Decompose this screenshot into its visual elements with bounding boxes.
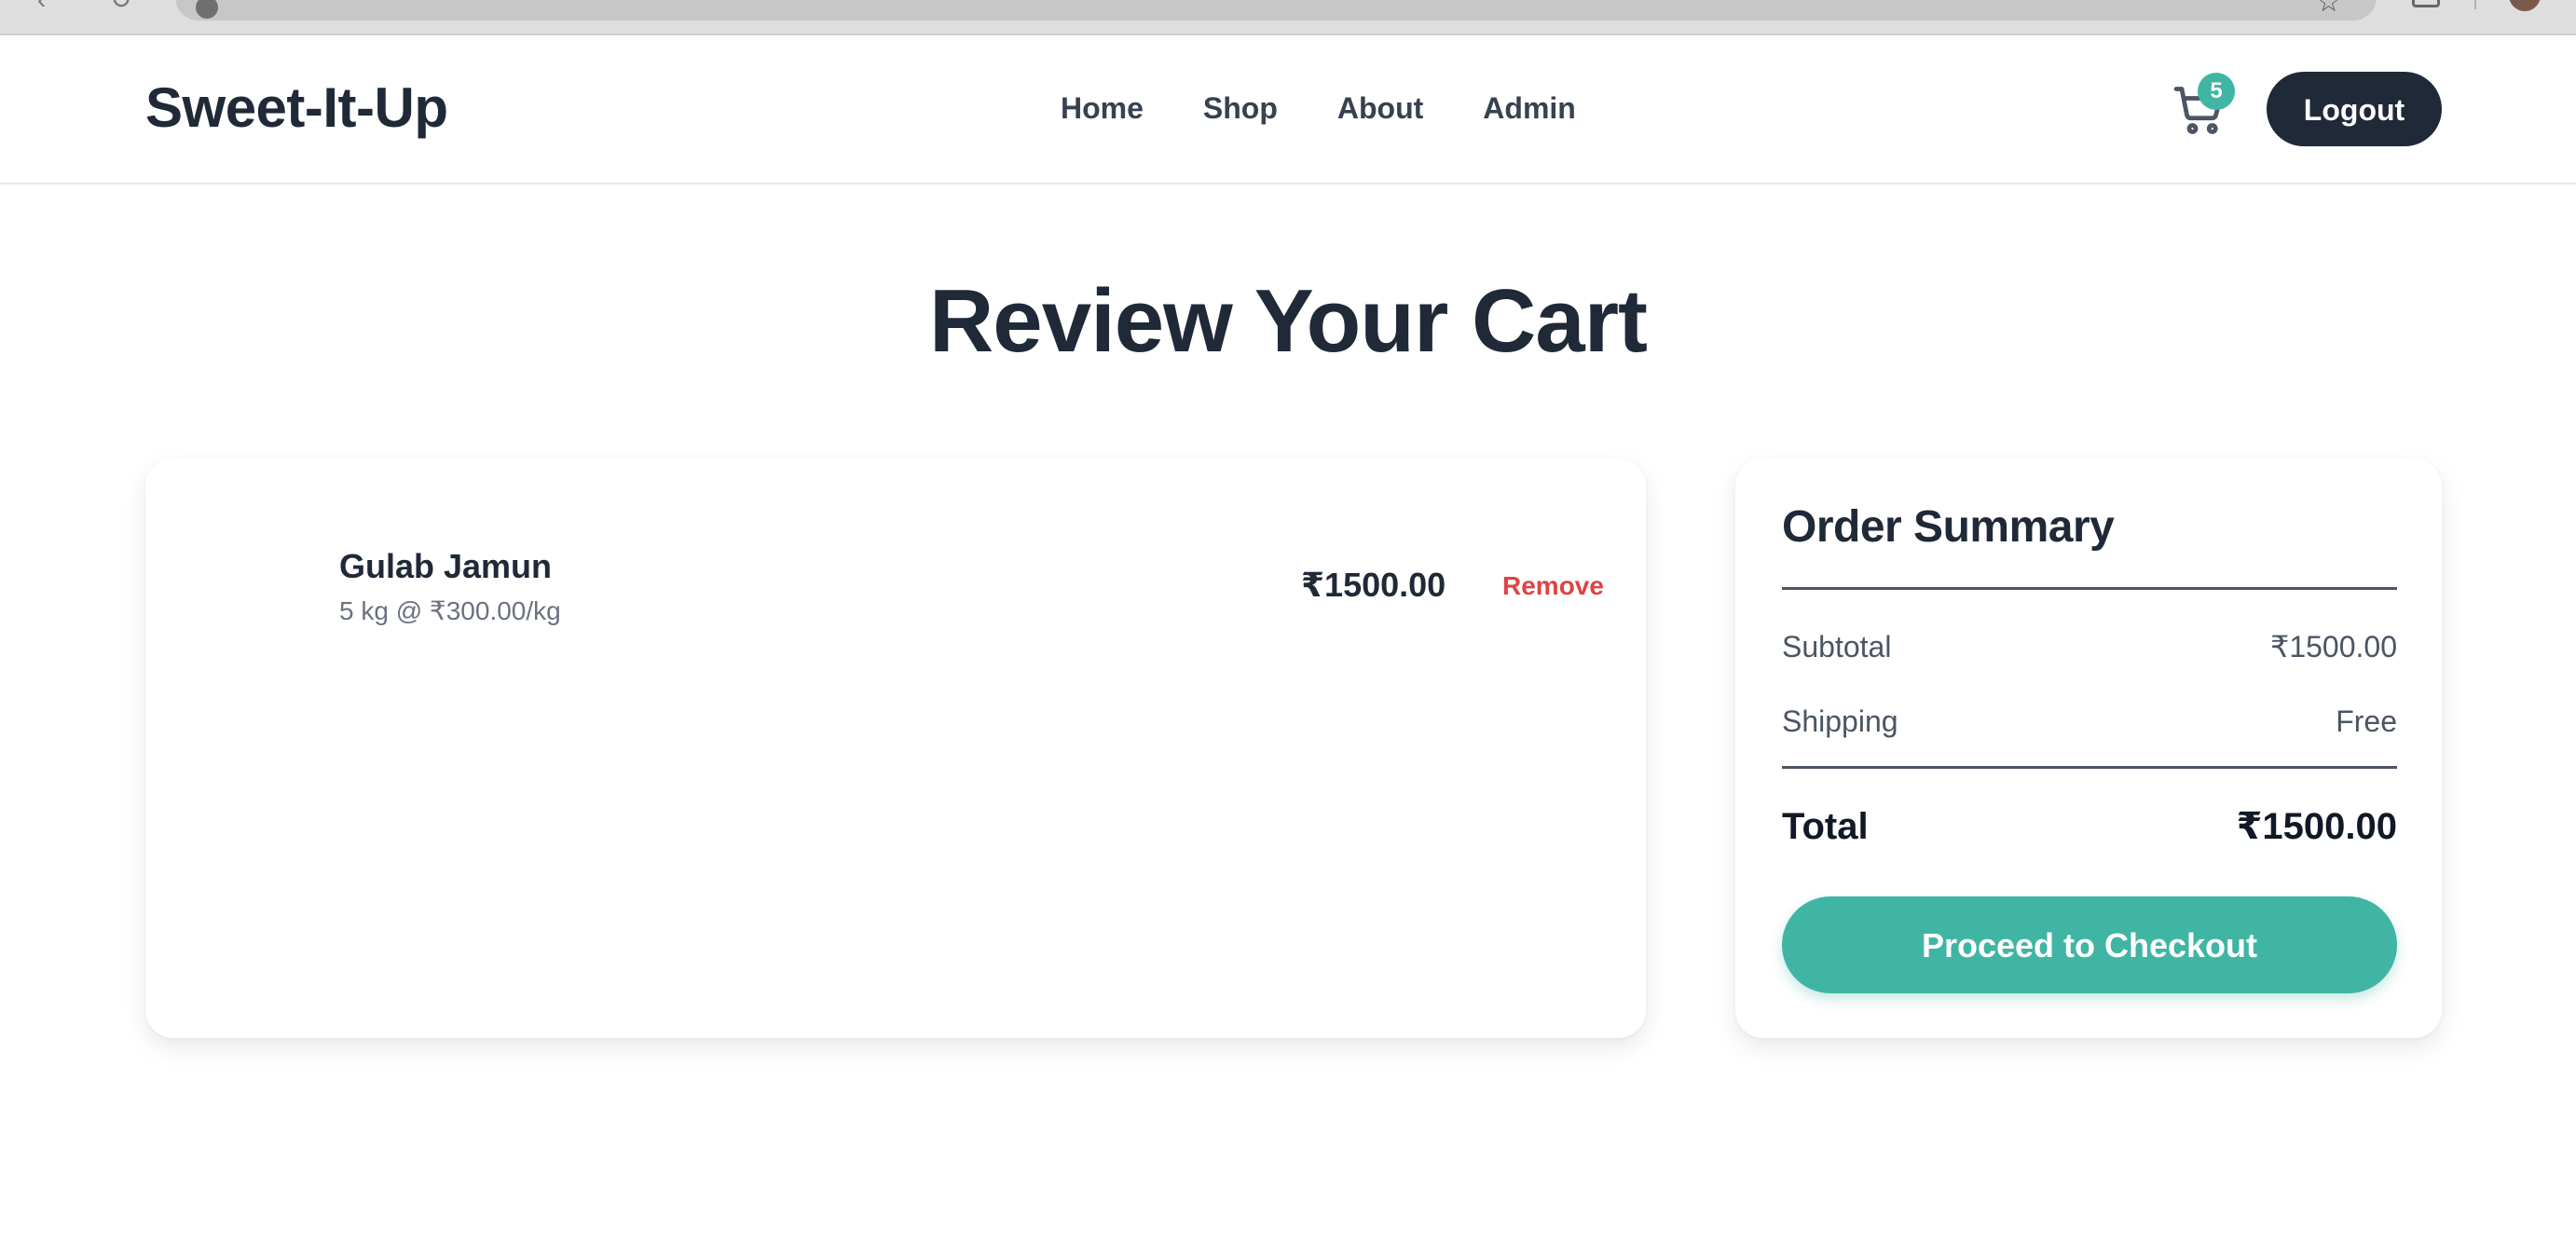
extensions-icon[interactable] xyxy=(2412,0,2440,7)
main-nav: Home Shop About Admin xyxy=(1061,88,1576,129)
summary-divider xyxy=(1782,766,2397,769)
product-name: Gulab Jamun xyxy=(339,547,553,585)
bookmark-star-icon[interactable]: ☆ xyxy=(2316,0,2341,17)
logout-button[interactable]: Logout xyxy=(2267,72,2442,146)
nav-link-admin[interactable]: Admin xyxy=(1483,88,1576,129)
shipping-value: Free xyxy=(2336,704,2397,738)
back-arrow-icon[interactable]: ‹ xyxy=(37,0,60,13)
total-label: Total xyxy=(1782,806,1869,847)
browser-toolbar: ‹ ↻ ☆ xyxy=(0,0,2576,35)
nav-link-about[interactable]: About xyxy=(1337,88,1423,129)
brand-logo[interactable]: Sweet-It-Up xyxy=(145,75,448,142)
site-info-icon[interactable] xyxy=(196,0,218,19)
shipping-label: Shipping xyxy=(1782,704,1898,738)
total-value: ₹1500.00 xyxy=(2236,806,2397,847)
subtotal-label: Subtotal xyxy=(1782,630,1892,663)
product-image xyxy=(190,548,306,663)
toolbar-divider xyxy=(2474,0,2476,9)
nav-link-shop[interactable]: Shop xyxy=(1203,88,1278,129)
profile-avatar[interactable] xyxy=(2509,0,2541,11)
order-summary-title: Order Summary xyxy=(1782,502,2115,552)
cart-count-badge: 5 xyxy=(2198,73,2235,110)
reload-icon[interactable]: ↻ xyxy=(110,0,132,13)
nav-link-home[interactable]: Home xyxy=(1061,88,1144,129)
address-bar[interactable]: ☆ xyxy=(175,0,2377,21)
remove-item-button[interactable]: Remove xyxy=(1502,568,1604,604)
product-quantity-detail: 5 kg @ ₹300.00/kg xyxy=(339,596,561,625)
site-navbar: Sweet-It-Up Home Shop About Admin 5 Logo… xyxy=(0,35,2576,185)
proceed-to-checkout-button[interactable]: Proceed to Checkout xyxy=(1782,896,2397,993)
cart-items-card: Gulab Jamun 5 kg @ ₹300.00/kg ₹1500.00 R… xyxy=(145,458,1646,1038)
summary-divider xyxy=(1782,587,2397,590)
page-title: Review Your Cart xyxy=(928,271,1648,371)
order-summary-card: Order Summary Subtotal ₹1500.00 Shipping… xyxy=(1735,458,2442,1038)
subtotal-value: ₹1500.00 xyxy=(2269,630,2397,663)
